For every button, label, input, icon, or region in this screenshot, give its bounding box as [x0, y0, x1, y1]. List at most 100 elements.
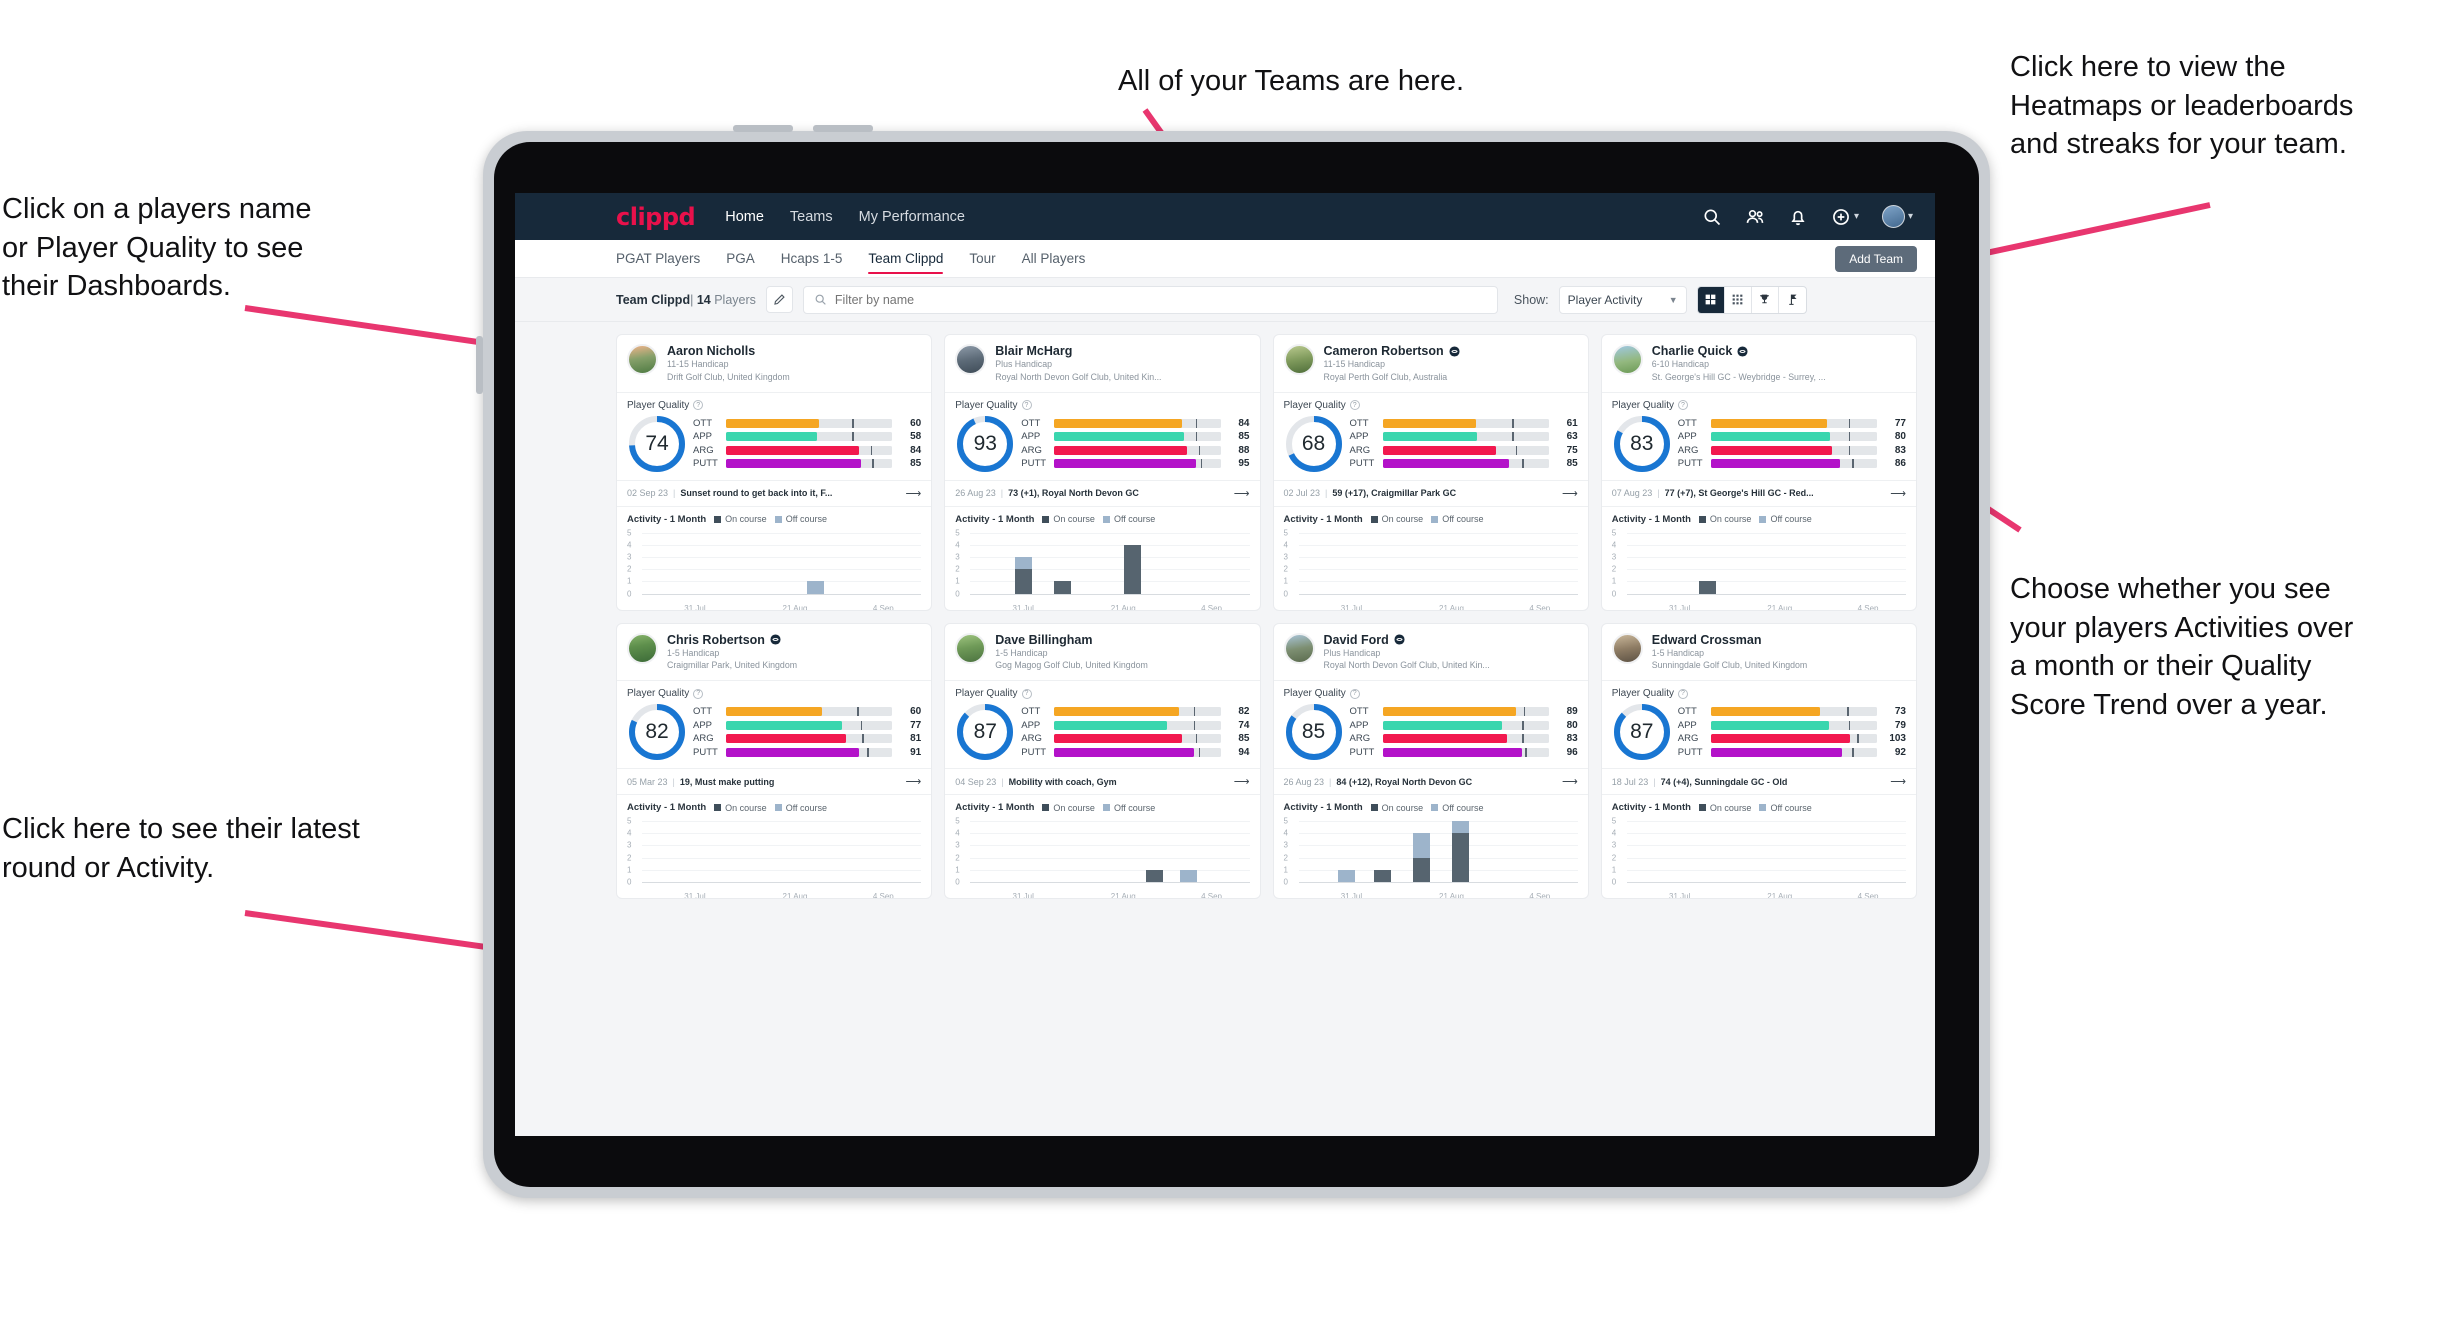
- latest-activity-row[interactable]: 07 Aug 23 | 77 (+7), St George's Hill GC -…: [1601, 481, 1916, 507]
- player-quality-section[interactable]: Player Quality? 87 OTT 82 APP 74 ARG 85 PUTT 94: [945, 681, 1260, 769]
- tab-hcaps-1-5[interactable]: Hcaps 1-5: [781, 240, 843, 277]
- activity-bar[interactable]: [1412, 833, 1430, 882]
- player-quality-section[interactable]: Player Quality? 85 OTT 89 APP 80 ARG 83 PUTT 96: [1273, 681, 1588, 769]
- player-card-header[interactable]: Dave Billingham 1-5 Handicap Gog Magog Gol…: [945, 624, 1260, 681]
- player-quality-section[interactable]: Player Quality? 93 OTT 84 APP 85 ARG 88 PUTT 95: [945, 393, 1260, 481]
- quality-score-donut[interactable]: 82: [627, 702, 687, 762]
- tab-pgat-players[interactable]: PGAT Players: [616, 240, 700, 277]
- nav-link-home[interactable]: Home: [725, 209, 764, 225]
- arrow-right-icon[interactable]: ⟶: [1890, 487, 1906, 500]
- activity-bar[interactable]: [1014, 556, 1032, 594]
- avatar[interactable]: [955, 344, 987, 375]
- player-quality-section[interactable]: Player Quality? 68 OTT 61 APP 63 ARG 75 PUTT 85: [1273, 393, 1588, 481]
- quality-score-donut[interactable]: 87: [955, 702, 1015, 762]
- activity-bar[interactable]: [1337, 869, 1355, 882]
- player-name[interactable]: Cameron Robertson: [1324, 344, 1460, 358]
- tablet-button-volume-down[interactable]: [813, 125, 873, 132]
- create-menu[interactable]: ▾: [1831, 207, 1859, 227]
- player-name[interactable]: Charlie Quick: [1652, 344, 1826, 358]
- quality-score-donut[interactable]: 87: [1612, 702, 1672, 762]
- quality-score-donut[interactable]: 74: [627, 414, 687, 474]
- player-card-header[interactable]: Charlie Quick 6-10 Handicap St. George's H…: [1601, 335, 1916, 393]
- player-name[interactable]: Chris Robertson: [667, 633, 797, 647]
- player-card[interactable]: Chris Robertson 1-5 Handicap Craigmillar P…: [616, 622, 933, 899]
- activity-bar[interactable]: [1373, 869, 1391, 882]
- activity-bar[interactable]: [1054, 581, 1072, 594]
- add-team-button[interactable]: Add Team: [1835, 246, 1917, 272]
- arrow-right-icon[interactable]: ⟶: [1562, 775, 1578, 788]
- player-quality-section[interactable]: Player Quality? 87 OTT 73 APP 79 ARG 103 PUTT 92: [1601, 681, 1916, 769]
- player-card-header[interactable]: Blair McHarg Plus Handicap Royal North Dev…: [945, 335, 1260, 393]
- avatar[interactable]: [1283, 344, 1315, 375]
- help-icon[interactable]: ?: [1678, 688, 1688, 699]
- player-card[interactable]: Cameron Robertson 11-15 Handicap Royal Per…: [1272, 334, 1589, 611]
- player-card[interactable]: Dave Billingham 1-5 Handicap Gog Magog Gol…: [944, 622, 1261, 899]
- avatar[interactable]: [1611, 344, 1643, 375]
- avatar[interactable]: [627, 344, 658, 375]
- player-quality-section[interactable]: Player Quality? 74 OTT 60 APP 58 ARG 84 PUTT 85: [617, 393, 932, 481]
- latest-activity-row[interactable]: 02 Jul 23 | 59 (+17), Craigmillar Park GC ⟶: [1273, 481, 1588, 507]
- player-name[interactable]: Aaron Nicholls: [667, 344, 790, 358]
- arrow-right-icon[interactable]: ⟶: [1562, 487, 1578, 500]
- player-card[interactable]: Edward Crossman 1-5 Handicap Sunningdale G…: [1600, 622, 1917, 899]
- quality-score-donut[interactable]: 83: [1612, 414, 1672, 474]
- search-input-wrapper[interactable]: [802, 285, 1498, 314]
- player-quality-section[interactable]: Player Quality? 83 OTT 77 APP 80 ARG 83 PUTT 86: [1601, 393, 1916, 481]
- search-input[interactable]: [834, 292, 1487, 307]
- view-grid-large-button[interactable]: [1697, 286, 1725, 313]
- avatar[interactable]: [1283, 632, 1315, 664]
- latest-activity-row[interactable]: 26 Aug 23 | 84 (+12), Royal North Devon GC…: [1273, 769, 1588, 795]
- avatar[interactable]: [1881, 205, 1905, 228]
- activity-bar[interactable]: [806, 581, 824, 594]
- nav-link-my-performance[interactable]: My Performance: [859, 209, 965, 225]
- player-name[interactable]: Dave Billingham: [995, 633, 1148, 647]
- plus-circle-icon[interactable]: [1831, 207, 1851, 227]
- latest-activity-row[interactable]: 05 Mar 23 | 19, Must make putting ⟶: [617, 769, 932, 795]
- player-card-header[interactable]: Cameron Robertson 11-15 Handicap Royal Per…: [1273, 335, 1588, 393]
- latest-activity-row[interactable]: 04 Sep 23 | Mobility with coach, Gym ⟶: [945, 769, 1260, 795]
- latest-activity-row[interactable]: 18 Jul 23 | 74 (+4), Sunningdale GC - Old ⟶: [1601, 769, 1916, 795]
- show-select[interactable]: Player Activity ▼: [1558, 285, 1687, 314]
- activity-bar[interactable]: [1452, 821, 1470, 882]
- tablet-button-power[interactable]: [476, 336, 483, 394]
- arrow-right-icon[interactable]: ⟶: [1234, 487, 1250, 500]
- arrow-right-icon[interactable]: ⟶: [905, 775, 921, 788]
- player-card[interactable]: Blair McHarg Plus Handicap Royal North Dev…: [944, 334, 1261, 611]
- player-card-header[interactable]: David Ford Plus Handicap Royal North Devon…: [1273, 624, 1588, 681]
- clippd-logo[interactable]: clippd: [616, 203, 696, 231]
- bell-icon[interactable]: [1788, 207, 1808, 227]
- activity-bar[interactable]: [1699, 581, 1717, 594]
- quality-score-donut[interactable]: 68: [1284, 414, 1344, 474]
- tab-tour[interactable]: Tour: [969, 240, 995, 277]
- quality-score-donut[interactable]: 93: [955, 414, 1015, 474]
- player-name[interactable]: Blair McHarg: [995, 344, 1161, 358]
- player-quality-section[interactable]: Player Quality? 82 OTT 60 APP 77 ARG 81 PUTT 91: [617, 681, 932, 769]
- player-card[interactable]: Aaron Nicholls 11-15 Handicap Drift Golf C…: [616, 334, 933, 611]
- player-name[interactable]: David Ford: [1324, 633, 1490, 647]
- help-icon[interactable]: ?: [1021, 400, 1032, 410]
- nav-link-teams[interactable]: Teams: [790, 209, 833, 225]
- avatar[interactable]: [627, 632, 658, 664]
- activity-bar[interactable]: [1146, 869, 1164, 882]
- edit-team-button[interactable]: [765, 286, 793, 313]
- tab-team-clippd[interactable]: Team Clippd: [868, 240, 944, 277]
- help-icon[interactable]: ?: [693, 400, 704, 410]
- activity-bar[interactable]: [1123, 544, 1141, 594]
- help-icon[interactable]: ?: [1678, 400, 1688, 410]
- player-card[interactable]: David Ford Plus Handicap Royal North Devon…: [1272, 622, 1589, 899]
- tab-pga[interactable]: PGA: [726, 240, 755, 277]
- arrow-right-icon[interactable]: ⟶: [1890, 775, 1906, 788]
- player-card-header[interactable]: Chris Robertson 1-5 Handicap Craigmillar P…: [617, 624, 932, 681]
- player-card-header[interactable]: Aaron Nicholls 11-15 Handicap Drift Golf C…: [617, 335, 932, 393]
- people-icon[interactable]: [1745, 207, 1765, 227]
- profile-menu[interactable]: ▾: [1881, 205, 1913, 228]
- view-trophy-button[interactable]: [1752, 286, 1779, 313]
- avatar[interactable]: [1611, 632, 1643, 664]
- arrow-right-icon[interactable]: ⟶: [1234, 775, 1250, 788]
- activity-bar[interactable]: [1179, 869, 1197, 882]
- player-card-header[interactable]: Edward Crossman 1-5 Handicap Sunningdale G…: [1601, 624, 1916, 681]
- avatar[interactable]: [955, 632, 987, 664]
- help-icon[interactable]: ?: [1349, 400, 1360, 410]
- tablet-button-volume-up[interactable]: [733, 125, 793, 132]
- help-icon[interactable]: ?: [1021, 688, 1032, 699]
